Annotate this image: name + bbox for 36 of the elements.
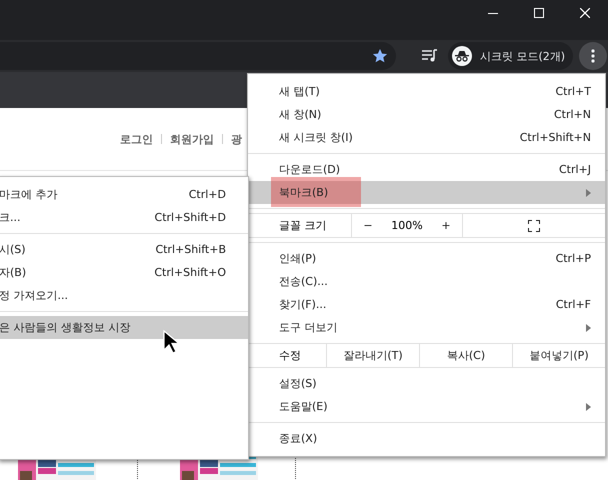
menu-item[interactable]: 정 가져오기... (0, 284, 248, 307)
playlist-music-icon (422, 49, 438, 63)
menu-item[interactable]: 찾기(F)... Ctrl+F (248, 293, 605, 316)
menu-item[interactable]: 은 사람들의 생활정보 시장 (0, 316, 248, 339)
star-icon (372, 48, 388, 64)
menu-label: 수정 (278, 348, 302, 363)
menu-item[interactable]: 도움말(E) (248, 395, 605, 418)
incognito-profile-button[interactable]: 시크릿 모드(2개) (448, 42, 574, 70)
zoom-level: 100% (391, 219, 423, 232)
menu-icon (591, 49, 596, 63)
edit-button[interactable]: 복사(C) (419, 344, 512, 367)
zoom-out-button[interactable]: − (359, 219, 377, 232)
incognito-icon (455, 50, 469, 62)
zoom-in-button[interactable]: + (437, 219, 455, 232)
close-icon (580, 8, 590, 18)
menu-button[interactable] (579, 42, 608, 70)
menu-item[interactable]: 크... Ctrl+Shift+D (0, 206, 248, 229)
menu-item[interactable]: 새 창(N) Ctrl+N (248, 103, 605, 126)
menu-label: 글꼴 크기 (278, 218, 328, 233)
bookmark-star-button[interactable] (372, 48, 388, 64)
edit-button[interactable]: 붙여넣기(P) (512, 344, 605, 367)
header-link[interactable]: 로그인 (120, 132, 153, 146)
menu-item[interactable]: 다운로드(D) Ctrl+J (248, 158, 605, 181)
menu-item[interactable]: 설정(S) (248, 372, 605, 395)
header-link[interactable]: 광 (231, 132, 242, 146)
edit-button[interactable]: 잘라내기(T) (326, 344, 419, 367)
menu-item[interactable]: 종료(X) (248, 427, 605, 450)
menu-item[interactable]: 마크에 추가 Ctrl+D (0, 183, 248, 206)
header-link[interactable]: 회원가입 (170, 132, 214, 146)
menu-item[interactable]: 도구 더보기 (248, 316, 605, 339)
menu-item[interactable]: 인쇄(P) Ctrl+P (248, 247, 605, 270)
fullscreen-icon (528, 220, 540, 232)
media-controls-button[interactable] (422, 49, 438, 63)
menu-item[interactable]: 새 시크릿 창(I) Ctrl+Shift+N (248, 126, 605, 149)
maximize-icon (534, 8, 544, 18)
menu-item[interactable]: 전송(C)... (248, 270, 605, 293)
